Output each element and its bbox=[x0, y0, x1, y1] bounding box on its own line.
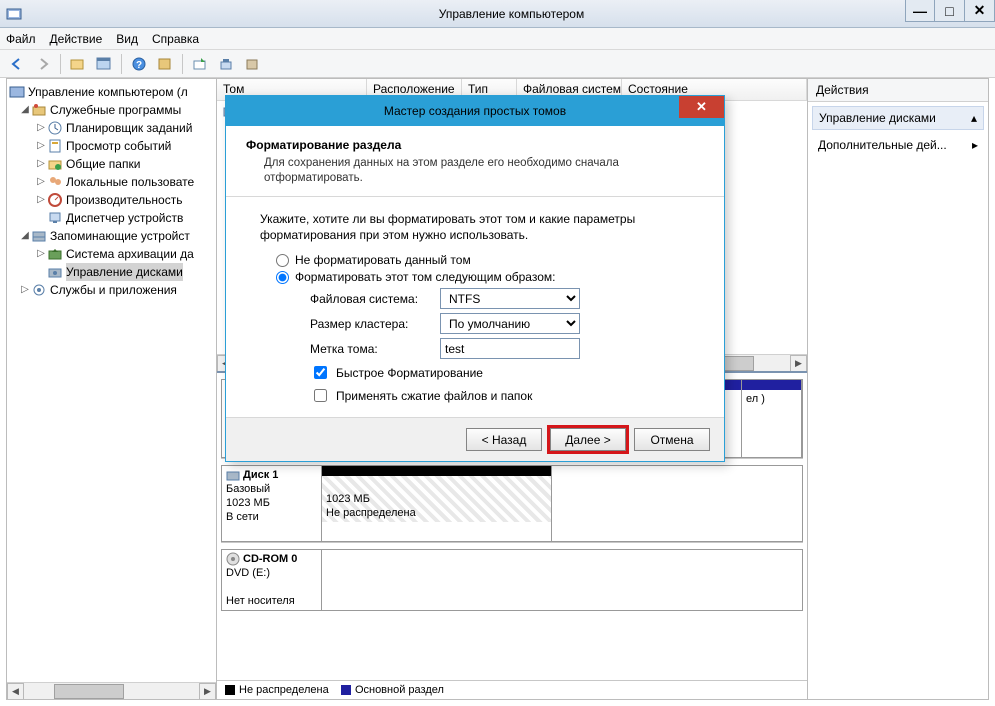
tree-shared-folders[interactable]: ▷ Общие папки bbox=[7, 155, 216, 173]
tool-icon-1[interactable] bbox=[67, 53, 89, 75]
expand-icon[interactable]: ▷ bbox=[35, 191, 47, 209]
menu-view[interactable]: Вид bbox=[116, 32, 138, 46]
tree-device-manager[interactable]: Диспетчер устройств bbox=[7, 209, 216, 227]
close-button[interactable]: ✕ bbox=[965, 0, 995, 22]
cancel-button[interactable]: Отмена bbox=[634, 428, 710, 451]
wizard-titlebar[interactable]: Мастер создания простых томов ✕ bbox=[226, 96, 724, 126]
actions-pane: Действия Управление дисками ▴ Дополнител… bbox=[808, 79, 988, 699]
expand-icon[interactable]: ▷ bbox=[35, 173, 47, 191]
menu-action[interactable]: Действие bbox=[50, 32, 103, 46]
tree-backup[interactable]: ▷ Система архивации да bbox=[7, 245, 216, 263]
wizard-button-row: < Назад Далее > Отмена bbox=[226, 417, 724, 461]
wizard-subheading: Для сохранения данных на этом разделе ег… bbox=[264, 156, 704, 186]
tree-pane: Управление компьютером (л ◢ Служебные пр… bbox=[7, 79, 217, 699]
window-title: Управление компьютером bbox=[28, 7, 995, 21]
radio-format[interactable]: Форматировать этот том следующим образом… bbox=[276, 270, 704, 284]
tree-hscrollbar[interactable]: ◀ ▶ bbox=[7, 682, 216, 699]
svg-text:?: ? bbox=[136, 60, 142, 71]
disk1-info: Диск 1 Базовый 1023 МБ В сети bbox=[221, 465, 321, 542]
tree-services[interactable]: ▷ Службы и приложения bbox=[7, 281, 216, 299]
next-button[interactable]: Далее > bbox=[550, 428, 626, 451]
app-icon bbox=[6, 6, 22, 22]
back-button[interactable] bbox=[6, 53, 28, 75]
maximize-button[interactable]: □ bbox=[935, 0, 965, 22]
expand-icon[interactable]: ▷ bbox=[19, 281, 31, 299]
tree-storage[interactable]: ◢ Запоминающие устройст bbox=[7, 227, 216, 245]
tool-icon-6[interactable] bbox=[215, 53, 237, 75]
expand-icon[interactable]: ▷ bbox=[35, 245, 47, 263]
collapse-icon: ▴ bbox=[971, 111, 977, 125]
tool-icon-7[interactable] bbox=[241, 53, 263, 75]
expand-icon[interactable]: ▷ bbox=[35, 137, 47, 155]
legend: Не распределена Основной раздел bbox=[217, 680, 807, 699]
tree-disk-management[interactable]: Управление дисками bbox=[7, 263, 216, 281]
tool-icon-4[interactable] bbox=[154, 53, 176, 75]
tool-icon-5[interactable] bbox=[189, 53, 211, 75]
actions-more[interactable]: Дополнительные дей... ▸ bbox=[808, 134, 988, 156]
tree-local-users[interactable]: ▷ Локальные пользовате bbox=[7, 173, 216, 191]
toolbar: ? bbox=[0, 50, 995, 78]
select-filesystem[interactable]: NTFS bbox=[440, 288, 580, 309]
label-cluster: Размер кластера: bbox=[310, 317, 440, 331]
checkbox-compress[interactable]: Применять сжатие файлов и папок bbox=[310, 386, 704, 405]
minimize-button[interactable]: — bbox=[905, 0, 935, 22]
disk1-row: Диск 1 Базовый 1023 МБ В сети 1023 МБ Не… bbox=[221, 465, 803, 543]
tree-system-tools[interactable]: ◢ Служебные программы bbox=[7, 101, 216, 119]
main-titlebar: Управление компьютером — □ ✕ bbox=[0, 0, 995, 28]
disk1-unallocated[interactable]: 1023 МБ Не распределена bbox=[322, 466, 552, 541]
tree-task-scheduler[interactable]: ▷ Планировщик заданий bbox=[7, 119, 216, 137]
collapse-icon[interactable]: ◢ bbox=[19, 227, 31, 245]
select-cluster[interactable]: По умолчанию bbox=[440, 313, 580, 334]
expand-icon[interactable]: ▷ bbox=[35, 119, 47, 137]
label-filesystem: Файловая система: bbox=[310, 292, 440, 306]
menu-help[interactable]: Справка bbox=[152, 32, 199, 46]
wizard-heading: Форматирование раздела bbox=[246, 138, 704, 152]
radio-no-format[interactable]: Не форматировать данный том bbox=[276, 253, 704, 267]
help-icon[interactable]: ? bbox=[128, 53, 150, 75]
wizard-title: Мастер создания простых томов bbox=[226, 104, 724, 118]
forward-button[interactable] bbox=[32, 53, 54, 75]
tree-event-viewer[interactable]: ▷ Просмотр событий bbox=[7, 137, 216, 155]
label-volume-label: Метка тома: bbox=[310, 342, 440, 356]
actions-header: Действия bbox=[808, 79, 988, 102]
tree-performance[interactable]: ▷ Производительность bbox=[7, 191, 216, 209]
wizard-close-button[interactable]: ✕ bbox=[679, 96, 724, 118]
tree-root[interactable]: Управление компьютером (л bbox=[7, 83, 216, 101]
input-volume-label[interactable] bbox=[440, 338, 580, 359]
chevron-right-icon: ▸ bbox=[972, 138, 978, 152]
cdrom-info: CD-ROM 0 DVD (E:) Нет носителя bbox=[221, 549, 321, 611]
expand-icon[interactable]: ▷ bbox=[35, 155, 47, 173]
actions-section[interactable]: Управление дисками ▴ bbox=[812, 106, 984, 130]
cdrom-row: CD-ROM 0 DVD (E:) Нет носителя bbox=[221, 549, 803, 611]
menu-file[interactable]: Файл bbox=[6, 32, 36, 46]
wizard-dialog: Мастер создания простых томов ✕ Форматир… bbox=[225, 95, 725, 462]
tool-icon-2[interactable] bbox=[93, 53, 115, 75]
back-button[interactable]: < Назад bbox=[466, 428, 542, 451]
menubar: Файл Действие Вид Справка bbox=[0, 28, 995, 50]
checkbox-quick-format[interactable]: Быстрое Форматирование bbox=[310, 363, 704, 382]
wizard-instruction: Укажите, хотите ли вы форматировать этот… bbox=[260, 211, 704, 243]
collapse-icon[interactable]: ◢ bbox=[19, 101, 31, 119]
